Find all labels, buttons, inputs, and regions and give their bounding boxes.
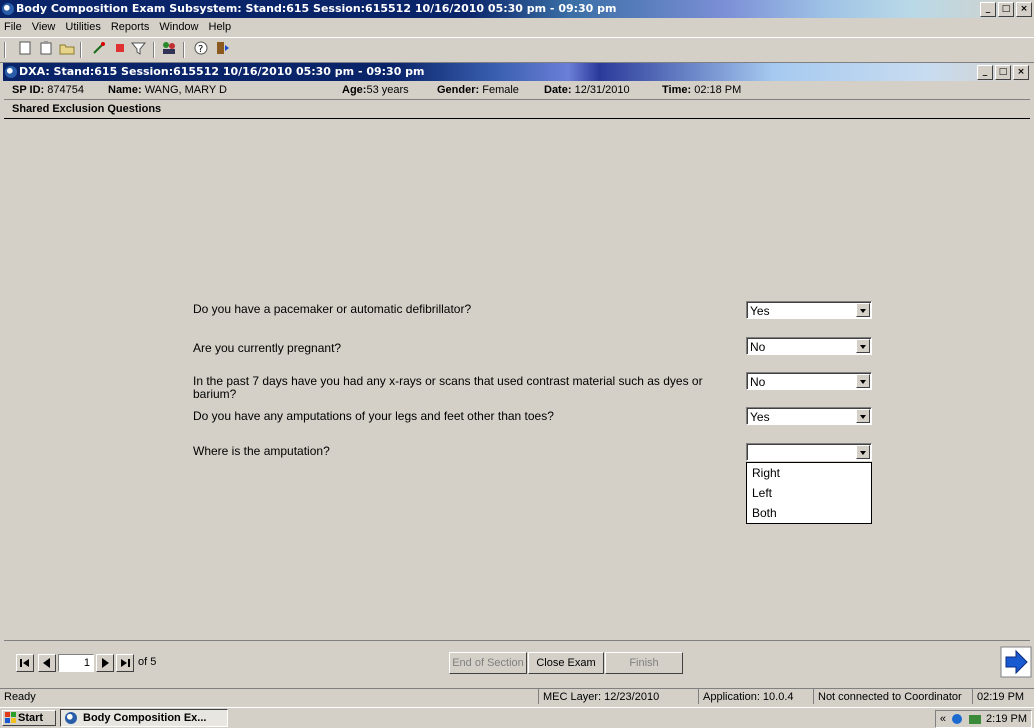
menu-view[interactable]: View: [32, 18, 56, 36]
minimize-button[interactable]: _: [980, 2, 996, 17]
question-pregnant: Are you currently pregnant?: [193, 341, 342, 355]
child-close-button[interactable]: ×: [1013, 65, 1029, 80]
close-exam-button[interactable]: Close Exam: [528, 652, 604, 674]
age-value: 53 years: [366, 84, 409, 96]
gender-label: Gender:: [437, 84, 480, 96]
page-number-field[interactable]: 1: [58, 654, 94, 672]
app-title: Body Composition Exam Subsystem: Stand:6…: [16, 2, 617, 15]
date-value: 12/31/2010: [574, 84, 630, 96]
option-both[interactable]: Both: [747, 503, 871, 523]
date-label: Date:: [544, 84, 572, 96]
tray-app-icon[interactable]: [968, 713, 982, 725]
child-app-icon: [5, 66, 17, 78]
wand-icon[interactable]: [90, 41, 108, 59]
menu-reports[interactable]: Reports: [111, 18, 150, 36]
start-button[interactable]: Start: [2, 710, 56, 726]
menu-file[interactable]: File: [4, 18, 22, 36]
last-page-button[interactable]: [116, 654, 134, 672]
amputations-value: Yes: [750, 410, 770, 424]
menu-utilities[interactable]: Utilities: [65, 18, 100, 36]
child-title-bar[interactable]: DXA: Stand:615 Session:615512 10/16/2010…: [3, 63, 1031, 81]
name-value: WANG, MARY D: [144, 84, 227, 96]
exit-icon[interactable]: [214, 41, 232, 59]
pregnant-select[interactable]: No: [746, 337, 872, 355]
question-amputation-location: Where is the amputation?: [193, 444, 330, 458]
chevron-down-icon[interactable]: [856, 303, 870, 317]
task-button[interactable]: Body Composition Ex...: [60, 709, 228, 727]
help-icon[interactable]: ?: [192, 41, 210, 59]
time-label: Time:: [662, 84, 692, 96]
maximize-button[interactable]: □: [998, 2, 1014, 17]
pacemaker-select[interactable]: Yes: [746, 301, 872, 319]
time-value: 02:18 PM: [694, 84, 742, 96]
finish-button[interactable]: Finish: [605, 652, 683, 674]
pregnant-value: No: [750, 340, 766, 354]
system-tray: « 2:19 PM: [934, 710, 1032, 728]
question-contrast: In the past 7 days have you had any x-ra…: [193, 374, 703, 401]
option-right[interactable]: Right: [747, 463, 871, 483]
people-icon[interactable]: [160, 41, 178, 59]
toolbar: ?: [0, 37, 1034, 63]
taskbar: Start Body Composition Ex... « 2:19 PM: [0, 707, 1034, 728]
age-label: Age:: [342, 84, 367, 96]
amputation-location-select[interactable]: [746, 443, 872, 461]
prev-page-button[interactable]: [38, 654, 56, 672]
amputation-dropdown-list: Right Left Both: [746, 462, 872, 524]
gender-value: Female: [482, 84, 519, 96]
question-amputations: Do you have any amputations of your legs…: [193, 409, 554, 423]
menu-help[interactable]: Help: [209, 18, 232, 36]
status-mec-layer: MEC Layer: 12/23/2010: [538, 689, 659, 704]
status-coordinator: Not connected to Coordinator: [813, 689, 962, 704]
status-application: Application: 10.0.4: [698, 689, 794, 704]
task-label: Body Composition Ex...: [83, 712, 207, 724]
pacemaker-value: Yes: [750, 304, 770, 318]
status-ready: Ready: [4, 691, 36, 703]
menu-bar: File View Utilities Reports Window Help: [0, 18, 1034, 36]
contrast-select[interactable]: No: [746, 372, 872, 390]
name-label: Name:: [108, 84, 142, 96]
next-page-button[interactable]: [96, 654, 114, 672]
first-page-button[interactable]: [16, 654, 34, 672]
child-title: DXA: Stand:615 Session:615512 10/16/2010…: [19, 65, 425, 78]
chevron-down-icon[interactable]: [856, 339, 870, 353]
child-minimize-button[interactable]: _: [977, 65, 993, 80]
task-app-icon: [65, 712, 77, 724]
close-button[interactable]: ×: [1016, 2, 1032, 17]
participant-info: SP ID: 874754 Name: WANG, MARY D Age:53 …: [4, 81, 1030, 100]
clipboard-icon[interactable]: [37, 41, 55, 59]
tray-clock: 2:19 PM: [986, 713, 1027, 725]
section-title: Shared Exclusion Questions: [4, 101, 1030, 119]
stop-icon[interactable]: [111, 41, 129, 59]
option-left[interactable]: Left: [747, 483, 871, 503]
contrast-value: No: [750, 375, 766, 389]
new-icon[interactable]: [16, 41, 34, 59]
chevron-down-icon[interactable]: [856, 409, 870, 423]
app-icon: [2, 3, 14, 15]
folder-icon[interactable]: [58, 41, 76, 59]
network-icon[interactable]: [950, 713, 964, 725]
menu-window[interactable]: Window: [159, 18, 198, 36]
chevron-down-icon[interactable]: [856, 374, 870, 388]
end-of-section-button[interactable]: End of Section: [449, 652, 527, 674]
page-count: of 5: [138, 656, 157, 668]
status-time: 02:19 PM: [972, 689, 1024, 704]
filter-icon[interactable]: [130, 41, 148, 59]
svg-text:?: ?: [198, 44, 203, 55]
chevron-down-icon[interactable]: [856, 445, 870, 459]
next-arrow-icon[interactable]: [1000, 646, 1032, 678]
question-pacemaker: Do you have a pacemaker or automatic def…: [193, 302, 472, 316]
status-bar: Ready MEC Layer: 12/23/2010 Application:…: [0, 688, 1034, 706]
child-maximize-button[interactable]: □: [995, 65, 1011, 80]
sp-id-label: SP ID:: [12, 84, 45, 96]
amputations-select[interactable]: Yes: [746, 407, 872, 425]
start-label: Start: [18, 712, 44, 724]
tray-chevron[interactable]: «: [940, 711, 946, 727]
sp-id-value: 874754: [47, 84, 84, 96]
app-title-bar[interactable]: Body Composition Exam Subsystem: Stand:6…: [0, 0, 1034, 18]
